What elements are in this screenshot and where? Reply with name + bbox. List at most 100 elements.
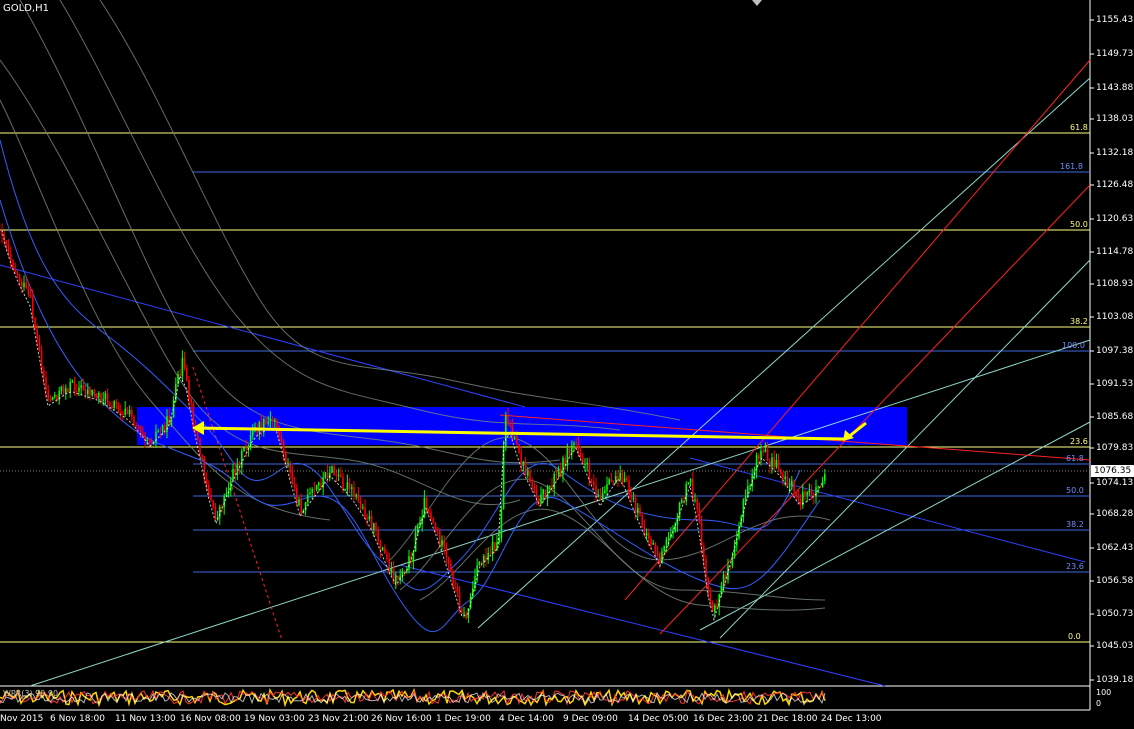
candle-body [91, 390, 93, 396]
candle-body [478, 561, 481, 566]
chart-window[interactable]: GOLD,H1 1076.35 1155.43 1149.73 1143.88 113… [0, 0, 1134, 729]
candle-body [397, 575, 399, 579]
candle-body [76, 391, 78, 393]
candle-body [29, 294, 32, 297]
candle-body [73, 380, 76, 392]
candle-body [456, 586, 459, 593]
moving-average-curve [419, 508, 826, 611]
candle-body [678, 502, 681, 518]
candle-body [434, 522, 437, 530]
candle-body [353, 487, 355, 497]
candle-body [810, 490, 813, 495]
candle-body [137, 426, 140, 428]
candle-body [507, 415, 509, 425]
candle-body [109, 402, 111, 406]
candle-body [700, 521, 703, 547]
candle-body [348, 482, 351, 489]
candle-body [287, 462, 289, 464]
fib-level-label: 161.8 [1060, 162, 1083, 171]
fib-level-label: 50.0 [1066, 486, 1084, 495]
candle-body [716, 605, 718, 608]
candle-body [201, 454, 203, 457]
candle-body [573, 442, 575, 446]
candle-body [775, 459, 778, 468]
candle-body [34, 317, 36, 330]
candle-body [665, 539, 668, 546]
candle-body [744, 497, 747, 501]
candle-body [626, 478, 628, 481]
candle-body [549, 485, 551, 487]
candle-body [282, 441, 285, 454]
candle-body [447, 557, 450, 564]
candle-body [412, 551, 415, 562]
candle-body [236, 463, 239, 475]
candle-body [67, 388, 69, 392]
candle-body [432, 519, 434, 523]
candle-body [258, 422, 261, 433]
candle-body [568, 448, 571, 454]
candle-body [159, 430, 162, 432]
price-tick-label: 1050.73 [1096, 609, 1134, 619]
candle-body [586, 462, 588, 464]
candle-body [520, 452, 522, 466]
candle-body [601, 492, 604, 499]
candle-body [784, 476, 786, 480]
indicator-label: WPR(3) 99.90 [3, 689, 59, 698]
candle-body [23, 282, 25, 288]
price-tick-label: 1114.78 [1096, 247, 1134, 257]
candle-body [597, 495, 599, 498]
candle-body [351, 487, 353, 489]
candle-body [384, 547, 386, 554]
candle-body [771, 457, 773, 467]
candle-body [604, 490, 606, 493]
candle-body [480, 561, 483, 563]
candle-body [161, 425, 164, 432]
candle-body [124, 408, 126, 415]
band-curve [0, 139, 801, 591]
fan-line-green-2 [719, 259, 1091, 639]
time-tick-label: 1 Dec 19:00 [436, 714, 491, 724]
candle-body [12, 260, 14, 270]
candle-body [146, 440, 148, 442]
candle-body [619, 472, 621, 480]
candle-body [271, 418, 274, 422]
candle-body [562, 458, 564, 476]
candle-body [463, 612, 465, 614]
candle-body [320, 482, 322, 488]
candle-body [656, 553, 659, 555]
candle-body [304, 502, 307, 511]
candle-body [522, 461, 525, 466]
fib-level-label: 38.2 [1066, 520, 1084, 529]
candle-body [788, 485, 791, 487]
candle-body [555, 473, 558, 475]
candle-body [265, 418, 267, 424]
candle-body [27, 287, 30, 295]
candle-body [681, 500, 683, 503]
time-tick-label: 11 Nov 13:00 [115, 714, 176, 724]
price-tick-label: 1143.88 [1096, 83, 1134, 93]
candle-body [500, 508, 503, 539]
time-tick-label: 16 Nov 08:00 [180, 714, 241, 724]
candle-body [326, 472, 329, 479]
fib-level-label: 61.8 [1066, 454, 1084, 463]
candle-body [687, 482, 690, 485]
candle-body [65, 388, 67, 394]
candle-body [51, 396, 54, 401]
candle-body [16, 272, 19, 274]
candle-body [269, 418, 272, 422]
candle-body [797, 495, 800, 499]
candle-body [560, 468, 562, 476]
candle-body [516, 435, 518, 445]
candle-body [703, 546, 705, 560]
candle-body [335, 475, 338, 477]
chart-shift-marker[interactable] [752, 0, 762, 6]
candle-body [111, 405, 113, 409]
price-chart[interactable] [0, 0, 1134, 729]
candle-body [527, 471, 529, 476]
candle-body [714, 605, 716, 612]
candle-body [390, 568, 393, 573]
candle-body [150, 440, 153, 444]
candle-body [71, 380, 74, 383]
candle-body [575, 442, 577, 444]
candle-body [709, 594, 712, 602]
